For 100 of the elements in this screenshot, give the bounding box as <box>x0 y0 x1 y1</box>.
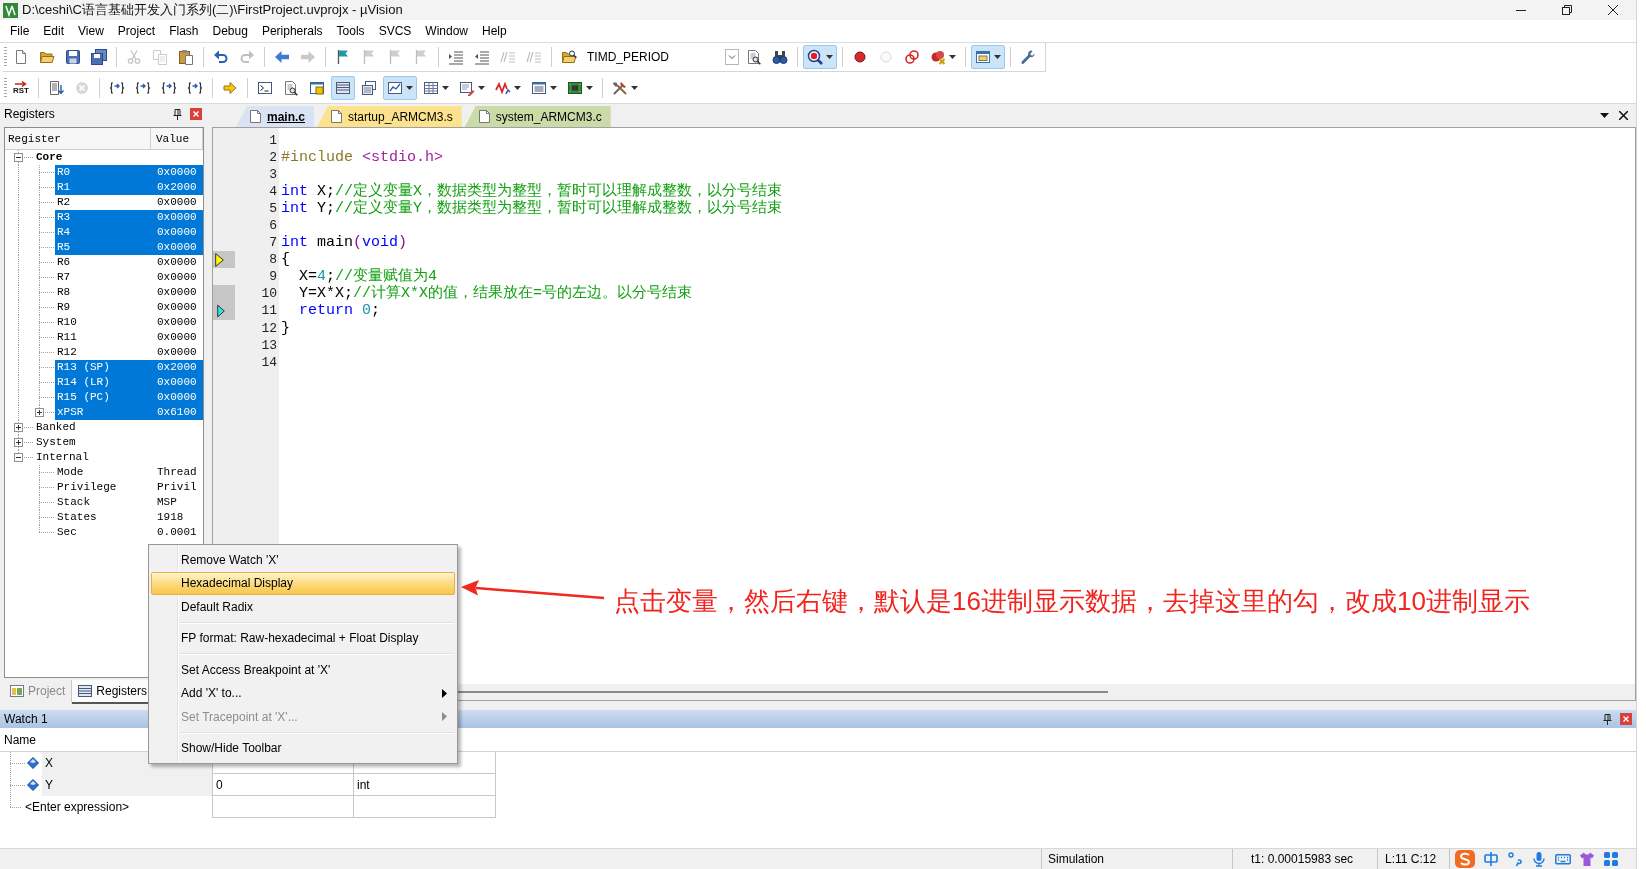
shirt-icon[interactable] <box>1579 851 1595 867</box>
punctuation-icon[interactable] <box>1507 851 1523 867</box>
menu-item[interactable]: Project <box>110 20 163 42</box>
tree-label: Banked <box>35 420 77 435</box>
column-header[interactable]: Name <box>4 732 36 747</box>
line-number: 8 <box>268 251 278 269</box>
context-menu-item[interactable]: Show/Hide Toolbar <box>151 736 455 760</box>
code-line: Y=X*X;//计算X*X的值，结果放在=号的左边。以分号结束 <box>298 285 693 303</box>
menu-item[interactable]: SVCS <box>371 20 419 42</box>
collapse-icon[interactable] <box>14 153 23 162</box>
zigzag-icon <box>495 80 511 96</box>
context-menu-item[interactable]: Set Access Breakpoint at 'X' <box>151 658 455 682</box>
toolbar-button[interactable]: RST <box>9 76 33 100</box>
braces-arrow-icon <box>161 80 177 96</box>
file-tab[interactable]: main.c <box>236 106 314 127</box>
tree-label: R3 <box>56 210 72 225</box>
toolbar-button[interactable] <box>383 76 417 100</box>
keyboard-icon[interactable] <box>1555 851 1571 867</box>
tree-label: R12 <box>56 345 78 360</box>
grid-icon[interactable] <box>1603 851 1619 867</box>
rings-icon <box>904 49 920 65</box>
expand-icon[interactable] <box>14 438 23 447</box>
submenu-arrow-icon <box>442 688 447 698</box>
tree-label: R15 (PC) <box>56 390 111 405</box>
comment-lines-icon <box>500 49 516 65</box>
menu-item[interactable]: Window <box>418 20 475 42</box>
toolbar-button[interactable] <box>803 45 837 69</box>
file-tab[interactable]: system_ARMCM3.c <box>464 106 611 127</box>
tree-label: R10 <box>56 315 78 330</box>
menu-item[interactable]: Debug <box>205 20 255 42</box>
logo-icon[interactable] <box>1455 850 1475 868</box>
status-time: t1: 0.00015983 sec <box>1232 849 1377 869</box>
menu-item[interactable]: Peripherals <box>254 20 330 42</box>
menu-item[interactable]: Tools <box>329 20 372 42</box>
register-value: 0x0000 <box>157 165 198 180</box>
magnifier-icon <box>807 49 823 65</box>
value-cell: 0 <box>212 774 354 796</box>
flag-icon <box>387 49 403 65</box>
code-line: int main(void) <box>280 234 408 252</box>
flag-icon <box>335 49 351 65</box>
expand-icon[interactable] <box>35 408 44 417</box>
folder-search-icon <box>561 49 577 65</box>
register-value: Privil <box>157 480 198 495</box>
dropdown-triangle-icon[interactable] <box>1600 113 1609 118</box>
search-combo-box[interactable]: TIMD_PERIOD <box>584 46 739 68</box>
wrench-icon <box>1020 49 1036 65</box>
tree-label: xPSR <box>56 405 85 420</box>
caret-icon <box>826 55 833 59</box>
menu-item[interactable]: Flash <box>162 20 206 42</box>
toolbar-button[interactable] <box>331 76 355 100</box>
column-header[interactable]: Value <box>151 128 203 149</box>
expand-icon[interactable] <box>14 423 23 432</box>
reset-arrow-icon <box>14 81 28 87</box>
register-value: 0x2000 <box>157 360 198 375</box>
menu-item[interactable]: File <box>3 20 37 42</box>
menu-item[interactable]: View <box>71 20 111 42</box>
context-menu-item[interactable]: Remove Watch 'X' <box>151 548 455 572</box>
mode-icon[interactable] <box>1483 851 1499 867</box>
context-menu-item[interactable]: FP format: Raw-hexadecimal + Float Display <box>151 626 455 650</box>
type-cell: int <box>354 774 496 796</box>
register-value: 0x0000 <box>157 195 198 210</box>
menu-item[interactable]: Edit <box>36 20 72 42</box>
right-arrow-icon <box>300 49 316 65</box>
page-icon <box>331 110 342 123</box>
minimize-icon <box>1516 9 1526 11</box>
arrow-icon <box>222 80 238 96</box>
pin-icon[interactable] <box>173 108 182 120</box>
undo-icon <box>213 49 229 65</box>
menu-item[interactable]: Help <box>475 20 514 42</box>
tree-label: Core <box>35 150 64 165</box>
flag-icon <box>413 49 429 65</box>
window-icon <box>309 80 325 96</box>
tree-label: R8 <box>56 285 72 300</box>
caret-icon <box>442 86 449 90</box>
clipboard-icon <box>178 49 194 65</box>
braces-arrow-icon <box>187 80 203 96</box>
code-line: #include <stdio.h> <box>280 148 444 166</box>
tree-label: Privilege <box>56 480 118 495</box>
code-line: return 0; <box>298 302 381 320</box>
tree-label: R14 (LR) <box>56 375 111 390</box>
context-menu-item[interactable]: Hexadecimal Display <box>151 571 455 595</box>
code-line: } <box>280 319 290 337</box>
register-value: 0x0000 <box>157 225 198 240</box>
tree-label: R9 <box>56 300 72 315</box>
enter-expression-field[interactable]: <Enter expression> <box>25 800 130 814</box>
tree-label: R6 <box>56 255 72 270</box>
register-value: 0x0000 <box>157 315 198 330</box>
pin-icon[interactable] <box>1603 713 1612 725</box>
close-icon[interactable] <box>1619 111 1628 120</box>
tree-label: Stack <box>56 495 91 510</box>
column-header[interactable]: Register <box>5 128 151 149</box>
context-menu-item[interactable]: Default Radix <box>151 595 455 619</box>
microphone-icon[interactable] <box>1531 851 1547 867</box>
document-search-icon <box>283 80 299 96</box>
collapse-icon[interactable] <box>14 453 23 462</box>
register-value: 0x0000 <box>157 345 198 360</box>
caret-icon <box>994 55 1001 59</box>
annotation-text: 点击变量，然后右键，默认是16进制显示数据，去掉这里的勾，改成10进制显示 <box>614 586 1530 616</box>
file-tab[interactable]: startup_ARMCM3.s <box>317 106 462 127</box>
line-number: 5 <box>268 199 278 217</box>
